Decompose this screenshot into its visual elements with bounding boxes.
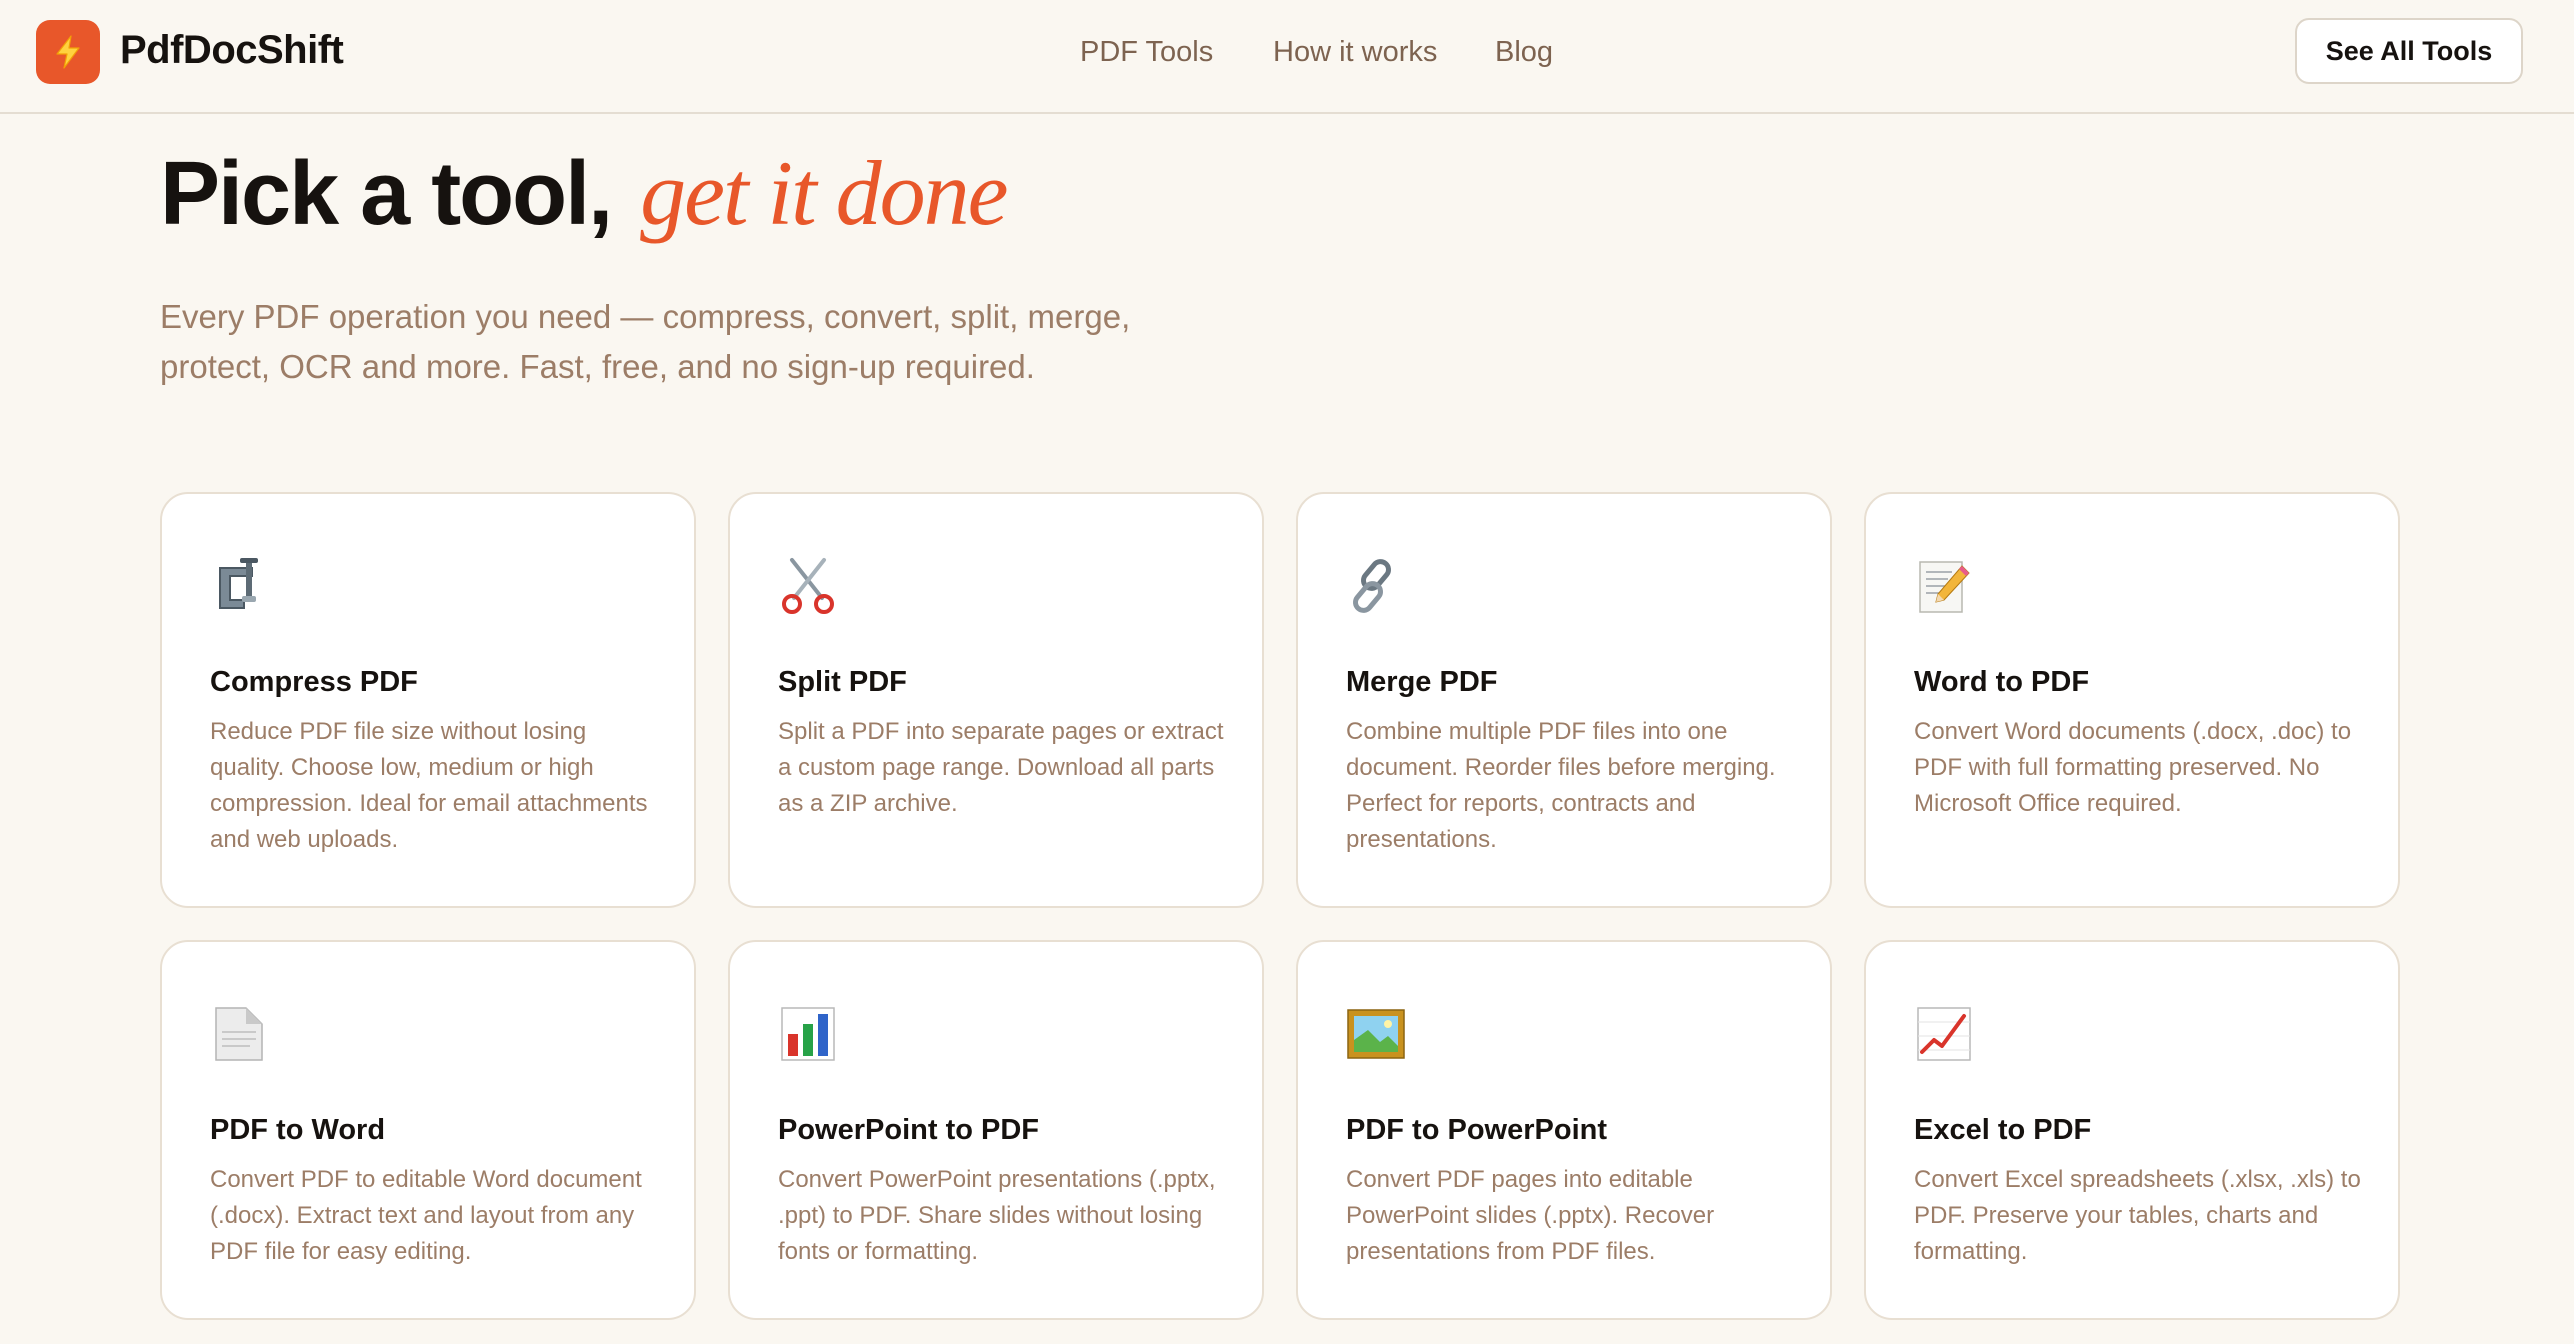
tool-card-pdf-to-powerpoint[interactable]: PDF to PowerPoint Convert PDF pages into… [1296,940,1832,1320]
tool-card-title: Excel to PDF [1914,1114,2092,1146]
see-all-tools-button[interactable]: See All Tools [2295,18,2523,84]
clamp-icon [210,556,270,616]
page-title-accent: get it done [640,142,1008,244]
tool-card-title: PDF to Word [210,1114,386,1146]
tool-card-title: Word to PDF [1914,666,2090,698]
tool-card-excel-to-pdf[interactable]: Excel to PDF Convert Excel spreadsheets … [1864,940,2400,1320]
tool-card-compress-pdf[interactable]: Compress PDF Reduce PDF file size withou… [160,492,696,908]
bar-chart-icon [778,1004,838,1064]
link-icon [1346,556,1406,616]
page-subtitle: Every PDF operation you need — compress,… [160,298,1131,385]
main-nav: PDF Tools How it works Blog [0,30,2574,74]
memo-icon [1914,556,1974,616]
tool-card-description: Split a PDF into separate pages or extra… [778,718,1224,817]
document-icon [210,1004,270,1064]
tool-card-pdf-to-word[interactable]: PDF to Word Convert PDF to editable Word… [160,940,696,1320]
site-header: PdfDocShift PDF Tools How it works Blog … [0,0,2574,114]
tool-card-merge-pdf[interactable]: Merge PDF Combine multiple PDF files int… [1296,492,1832,908]
tool-card-title: Compress PDF [210,666,418,698]
tool-card-powerpoint-to-pdf[interactable]: PowerPoint to PDF Convert PowerPoint pre… [728,940,1264,1320]
nav-link-pdf-tools[interactable]: PDF Tools [1080,30,1213,74]
tool-card-title: PDF to PowerPoint [1346,1114,1607,1146]
framed-picture-icon [1346,1004,1406,1064]
page-title-main: Pick a tool, [160,144,613,244]
tool-card-description: Convert Excel spreadsheets (.xlsx, .xls)… [1914,1166,2361,1265]
chart-increasing-icon [1914,1004,1974,1064]
tool-card-title: Merge PDF [1346,666,1498,698]
tool-card-description: Reduce PDF file size without losing qual… [210,718,648,853]
tool-card-title: PowerPoint to PDF [778,1114,1039,1146]
tool-card-word-to-pdf[interactable]: Word to PDF Convert Word documents (.doc… [1864,492,2400,908]
tool-card-split-pdf[interactable]: Split PDF Split a PDF into separate page… [728,492,1264,908]
tool-card-description: Combine multiple PDF files into one docu… [1346,718,1776,853]
tool-card-description: Convert PDF to editable Word document (.… [210,1166,642,1265]
tool-card-description: Convert PowerPoint presentations (.pptx,… [778,1166,1216,1265]
nav-link-how-it-works[interactable]: How it works [1273,30,1437,74]
tool-card-title: Split PDF [778,666,907,698]
tool-card-description: Convert Word documents (.docx, .doc) to … [1914,718,2352,817]
scissors-icon [778,556,838,616]
nav-link-blog[interactable]: Blog [1495,30,1553,74]
tool-card-description: Convert PDF pages into editable PowerPoi… [1346,1166,1715,1265]
page-title: Pick a tool, get it done [160,138,1009,249]
